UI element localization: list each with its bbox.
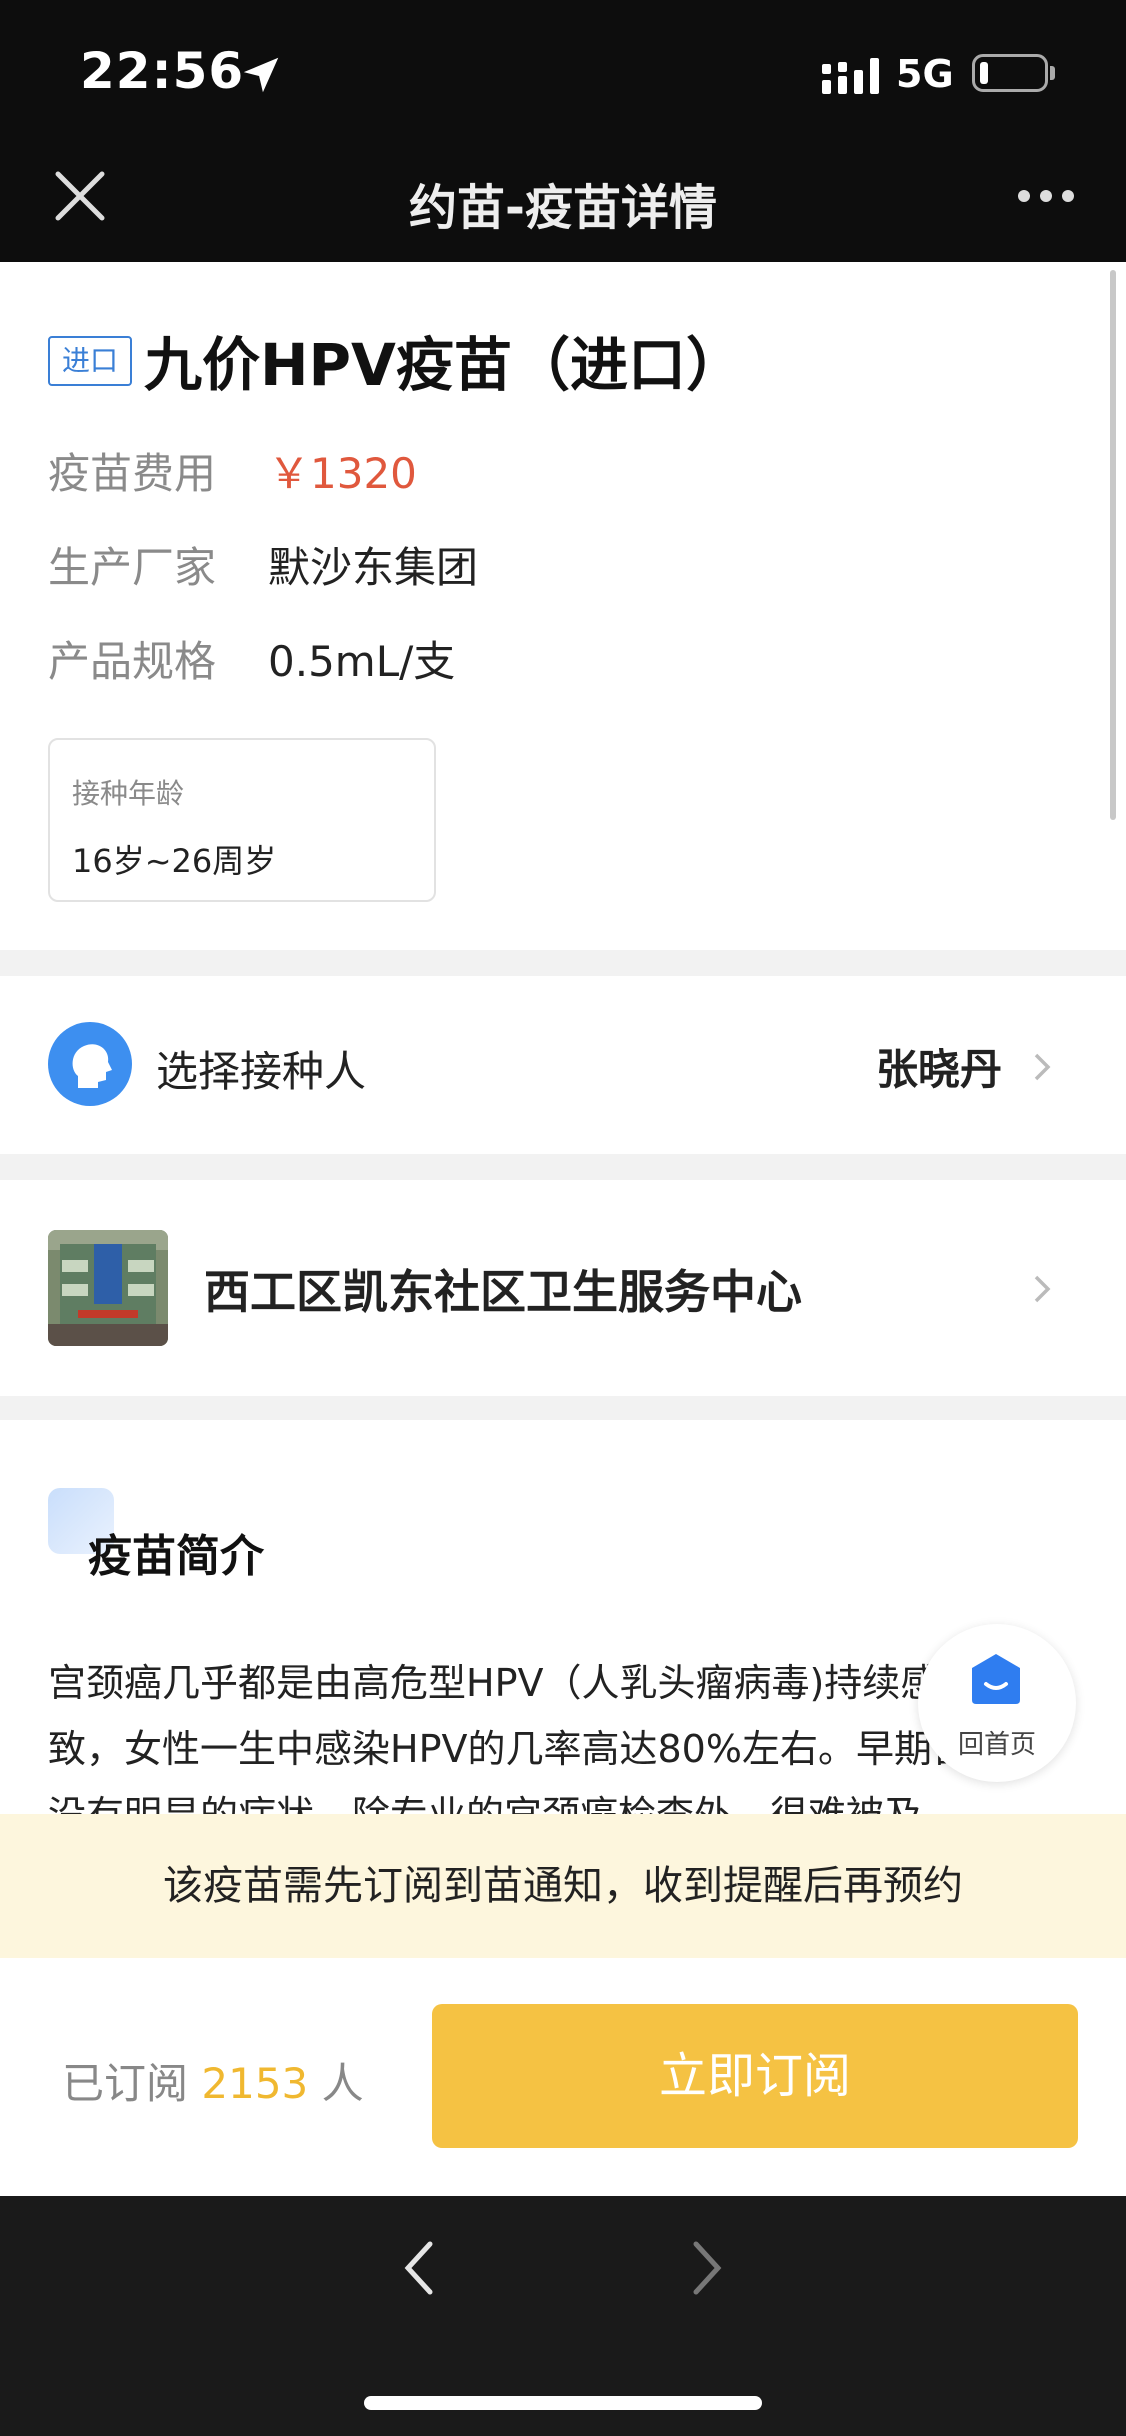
- person-icon: [48, 1022, 132, 1106]
- battery-tip: [1050, 66, 1055, 80]
- subscribe-notice: 该疫苗需先订阅到苗通知，收到提醒后再预约: [0, 1814, 1126, 1958]
- select-recipient-label[interactable]: 选择接种人: [156, 1038, 366, 1099]
- network-type: 5G: [896, 52, 954, 96]
- subscriber-number: 2153: [201, 2059, 309, 2108]
- battery-icon: [972, 54, 1048, 92]
- scrollbar[interactable]: [1110, 270, 1116, 820]
- spec-value: 0.5mL/支: [268, 637, 456, 686]
- clinic-photo: [48, 1230, 168, 1346]
- subscribe-button[interactable]: 立即订阅: [432, 2004, 1078, 2148]
- age-label: 接种年龄: [72, 777, 185, 810]
- back-arrow-icon[interactable]: [400, 2238, 436, 2298]
- subscriber-count: 已订阅 2153 人: [62, 2050, 364, 2111]
- status-time: 22:56: [80, 42, 245, 100]
- home-icon[interactable]: [968, 1650, 1024, 1706]
- home-indicator[interactable]: [364, 2396, 762, 2410]
- spec-label: 产品规格: [48, 637, 217, 686]
- home-label[interactable]: 回首页: [918, 1724, 1076, 1761]
- subscriber-suffix: 人: [321, 2059, 364, 2108]
- fee-label: 疫苗费用: [48, 449, 217, 498]
- subscriber-prefix: 已订阅: [62, 2059, 189, 2108]
- fee-value: ￥1320: [268, 449, 417, 498]
- clinic-name[interactable]: 西工区凯东社区卫生服务中心: [204, 1256, 802, 1322]
- more-icon[interactable]: [1016, 188, 1076, 204]
- intro-title: 疫苗简介: [88, 1531, 264, 1582]
- forward-arrow-icon[interactable]: [690, 2238, 726, 2298]
- location-icon: [243, 57, 279, 93]
- manufacturer-value: 默沙东集团: [268, 543, 479, 592]
- chevron-right-icon[interactable]: [1030, 1272, 1054, 1306]
- page-title: 约苗-疫苗详情: [409, 180, 717, 236]
- age-value: 16岁~26周岁: [72, 842, 277, 880]
- signal-icon: [822, 58, 879, 94]
- recipient-name[interactable]: 张晓丹: [876, 1036, 1002, 1097]
- chevron-right-icon[interactable]: [1030, 1050, 1054, 1084]
- manufacturer-label: 生产厂家: [48, 543, 217, 592]
- import-badge: 进口: [48, 336, 133, 386]
- vaccine-title: 九价HPV疫苗（进口）: [144, 331, 744, 399]
